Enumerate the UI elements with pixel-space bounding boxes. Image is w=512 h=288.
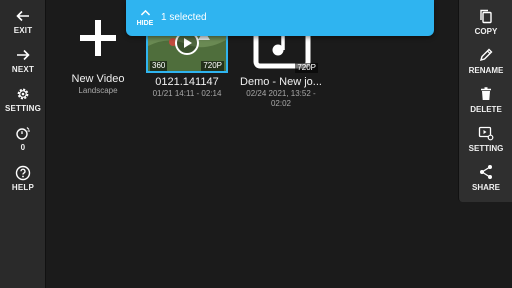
- setting-button[interactable]: SETTING: [0, 86, 46, 113]
- help-icon: [15, 165, 31, 181]
- pencil-icon: [479, 48, 493, 62]
- left-toolbar: EXIT NEXT SETTING 0 HELP: [0, 0, 46, 288]
- selected-count: 1 selected: [161, 12, 207, 23]
- help-button[interactable]: HELP: [0, 165, 46, 192]
- right-toolbar: COPY RENAME DELETE SETTING SHARE: [458, 0, 512, 202]
- trash-icon: [481, 87, 491, 100]
- video-setting-button[interactable]: SETTING: [459, 125, 512, 153]
- chevron-up-icon: [140, 9, 150, 16]
- 360-badge: 360: [150, 61, 168, 71]
- share-button[interactable]: SHARE: [459, 164, 512, 192]
- copy-label: COPY: [474, 27, 498, 36]
- timer-button[interactable]: 0: [0, 125, 46, 152]
- video-date-line2: 02:02: [270, 99, 292, 108]
- arrow-right-icon: [17, 49, 30, 61]
- help-label: HELP: [11, 183, 35, 192]
- share-icon: [480, 165, 492, 179]
- selection-banner: HIDE 1 selected: [126, 0, 434, 36]
- share-label: SHARE: [471, 183, 500, 192]
- video-settings-icon: [478, 126, 494, 141]
- timer-icon: [16, 127, 30, 140]
- video-date-line1: 02/24 2021, 13:52 -: [246, 89, 316, 98]
- gear-icon: [17, 88, 29, 100]
- next-label: NEXT: [11, 65, 35, 74]
- video-title: Demo - New jo...: [240, 76, 322, 88]
- video-setting-label: SETTING: [468, 144, 504, 153]
- video-date: 01/21 14:11 - 02:14: [152, 89, 222, 98]
- resolution-badge: 720P: [201, 61, 224, 71]
- timer-counter: 0: [20, 143, 26, 152]
- plus-icon: [80, 20, 116, 56]
- rename-button[interactable]: RENAME: [459, 47, 512, 75]
- new-video-subtitle: Landscape: [78, 86, 118, 95]
- rename-label: RENAME: [468, 66, 504, 75]
- resolution-badge: 720P: [295, 63, 318, 73]
- delete-button[interactable]: DELETE: [459, 86, 512, 114]
- new-video-tile[interactable]: New Video Landscape: [62, 0, 134, 96]
- next-button[interactable]: NEXT: [0, 47, 46, 74]
- exit-button[interactable]: EXIT: [0, 8, 46, 35]
- copy-button[interactable]: COPY: [459, 8, 512, 36]
- hide-label: HIDE: [136, 20, 154, 27]
- arrow-left-icon: [16, 10, 29, 22]
- setting-label: SETTING: [4, 104, 42, 113]
- hide-button[interactable]: HIDE: [130, 0, 160, 36]
- new-video-title: New Video: [71, 73, 125, 85]
- copy-icon: [480, 9, 492, 24]
- video-title: 0121.141147: [155, 76, 219, 88]
- delete-label: DELETE: [470, 105, 502, 114]
- exit-label: EXIT: [13, 26, 33, 35]
